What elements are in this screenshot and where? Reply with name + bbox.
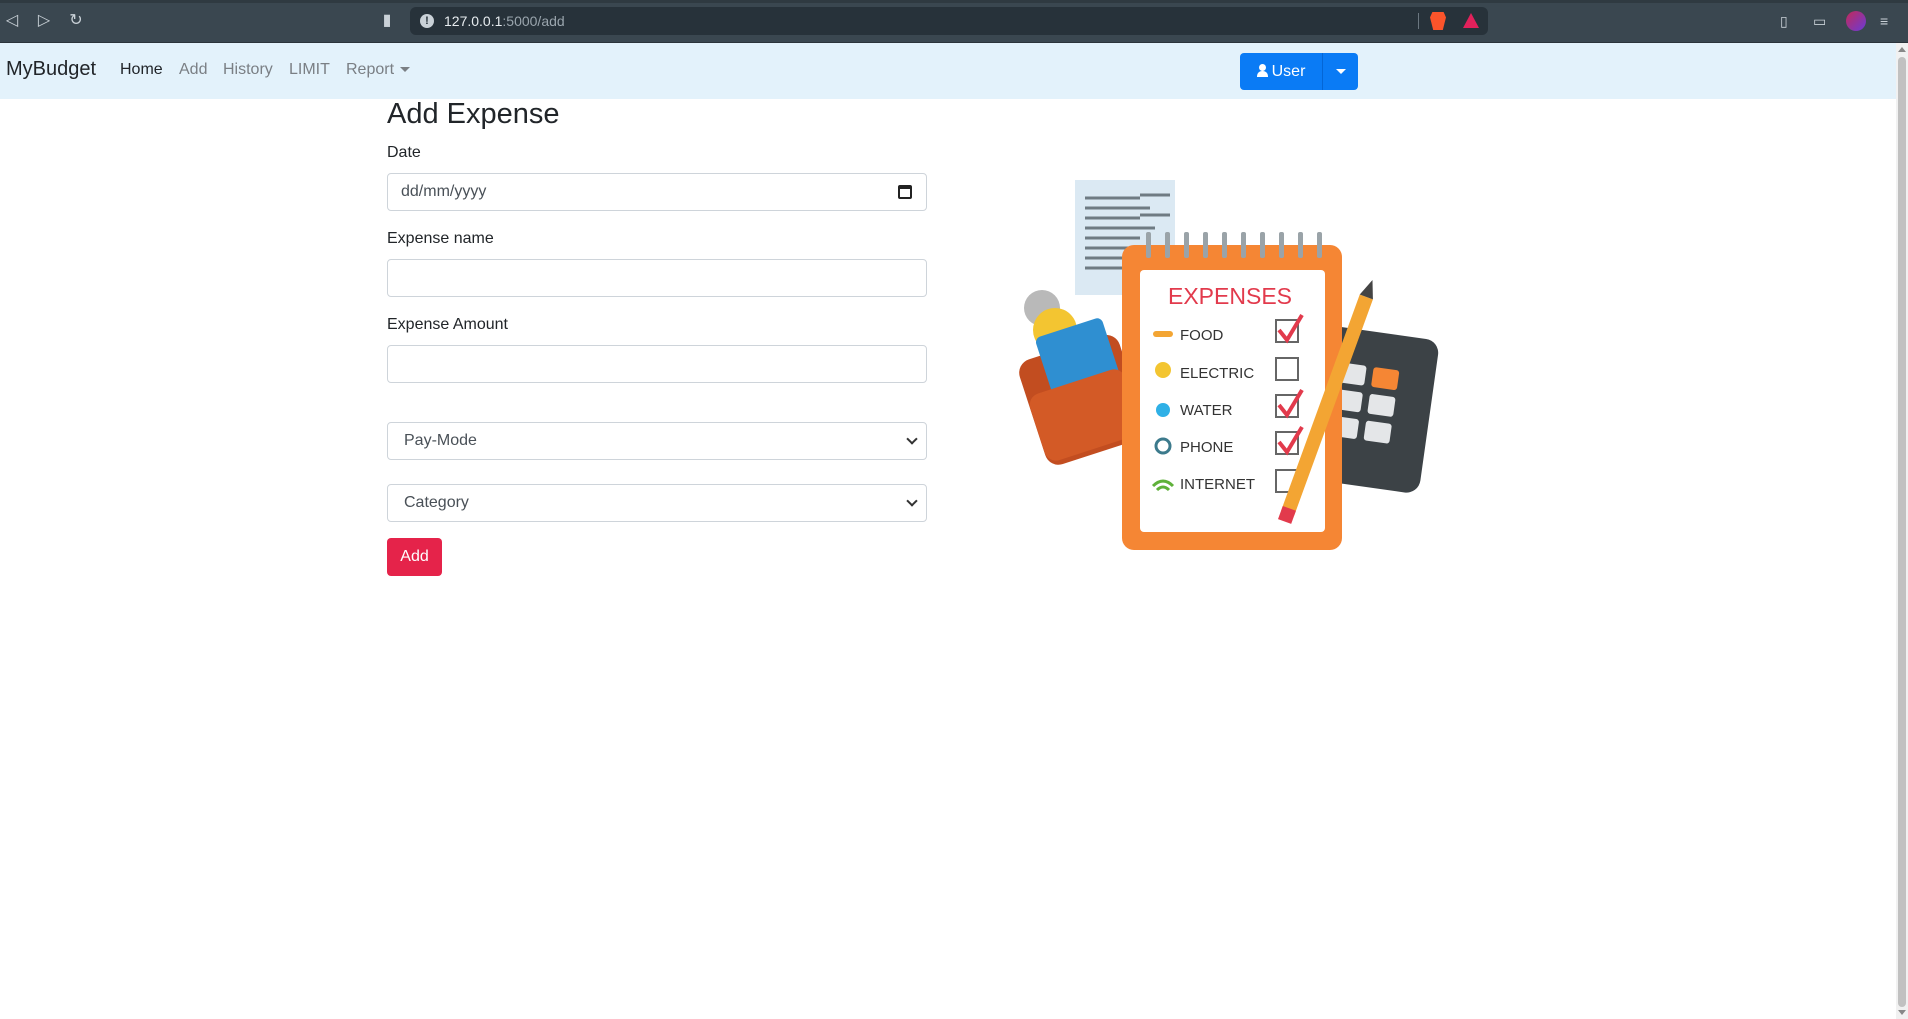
user-button[interactable]: User: [1240, 53, 1322, 90]
expense-name-input[interactable]: [387, 259, 927, 297]
brand[interactable]: MyBudget: [6, 58, 96, 81]
water-drop-icon: [1156, 403, 1170, 417]
expenses-heading: EXPENSES: [1168, 283, 1292, 309]
user-button-label: User: [1271, 63, 1306, 80]
nav-report[interactable]: Report: [346, 61, 411, 79]
bookmark-icon[interactable]: ▮: [377, 11, 397, 31]
phone-label: PHONE: [1180, 439, 1233, 456]
burger-icon: [1153, 331, 1173, 337]
forward-icon[interactable]: ▷: [34, 11, 54, 31]
menu-icon[interactable]: ≡: [1880, 11, 1888, 31]
internet-label: INTERNET: [1180, 476, 1255, 493]
category-select[interactable]: Category: [387, 484, 927, 522]
calendar-icon[interactable]: [898, 185, 912, 199]
nav-add[interactable]: Add: [179, 61, 207, 79]
expense-amount-input[interactable]: [387, 345, 927, 383]
chevron-down-icon: [906, 433, 918, 445]
user-icon: [1256, 64, 1268, 77]
nav-limit[interactable]: LIMIT: [289, 61, 330, 79]
tab-strip: [0, 0, 1908, 3]
navbar: MyBudget Home Add History LIMIT Report U…: [0, 43, 1896, 99]
lightbulb-icon: [1155, 362, 1171, 378]
user-dropdown-toggle[interactable]: [1322, 53, 1358, 90]
page-title: Add Expense: [387, 98, 560, 130]
expense-name-label: Expense name: [387, 230, 494, 247]
wallet-icon[interactable]: ▭: [1813, 11, 1826, 31]
date-placeholder: dd/mm/yyyy: [401, 183, 487, 200]
sidebar-toggle-icon[interactable]: ▯: [1780, 11, 1788, 31]
paymode-select[interactable]: Pay-Mode: [387, 422, 927, 460]
paymode-select-value: Pay-Mode: [404, 432, 477, 449]
date-input[interactable]: dd/mm/yyyy: [387, 173, 927, 211]
add-button[interactable]: Add: [387, 538, 442, 576]
scroll-thumb[interactable]: [1898, 57, 1906, 1007]
notepad: EXPENSES FOOD ELECTRIC WATER PHONE INTER…: [1122, 232, 1342, 550]
scroll-down-icon[interactable]: [1898, 1010, 1906, 1015]
brave-rewards-icon[interactable]: [1463, 13, 1479, 28]
user-button-group: User: [1240, 53, 1358, 90]
reload-icon[interactable]: ↻: [66, 11, 86, 31]
site-info-icon[interactable]: !: [420, 14, 434, 28]
profile-avatar[interactable]: [1846, 11, 1866, 31]
date-label: Date: [387, 144, 421, 161]
food-label: FOOD: [1180, 327, 1223, 344]
url-text: 127.0.0.1:5000/add: [444, 13, 565, 29]
electric-label: ELECTRIC: [1180, 365, 1254, 382]
chevron-down-icon: [400, 67, 411, 73]
water-label: WATER: [1180, 402, 1233, 419]
expense-amount-label: Expense Amount: [387, 316, 508, 333]
expenses-illustration: EXPENSES FOOD ELECTRIC WATER PHONE INTER…: [1019, 180, 1439, 550]
scroll-up-icon[interactable]: [1898, 47, 1906, 52]
back-icon[interactable]: ◁: [2, 11, 22, 31]
nav-home[interactable]: Home: [120, 61, 163, 79]
nav-report-label: Report: [346, 61, 395, 78]
chevron-down-icon: [906, 495, 918, 507]
scrollbar[interactable]: [1896, 43, 1908, 1019]
nav-history[interactable]: History: [223, 61, 273, 79]
chevron-down-icon: [1336, 69, 1346, 74]
browser-toolbar: ◁ ▷ ↻ ▮ ! 127.0.0.1:5000/add ▯ ▭ ≡: [0, 0, 1908, 43]
brave-shields-icon[interactable]: [1430, 12, 1446, 30]
address-bar[interactable]: ! 127.0.0.1:5000/add: [410, 7, 1488, 35]
category-select-value: Category: [404, 494, 469, 511]
url-divider: [1418, 13, 1419, 29]
